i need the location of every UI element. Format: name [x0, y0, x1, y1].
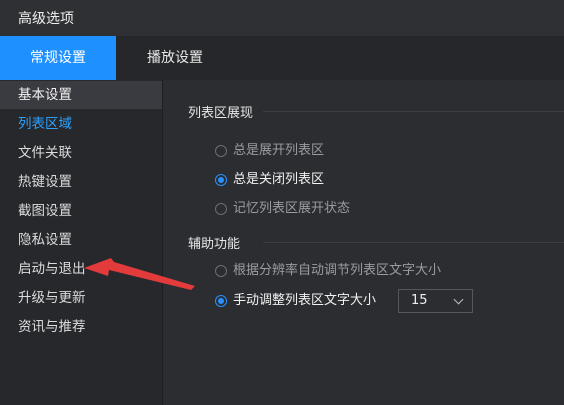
- option-always-close-list[interactable]: 总是关闭列表区: [215, 170, 324, 190]
- chevron-down-icon[interactable]: [453, 294, 464, 305]
- sidebar-item-news-recommend[interactable]: 资讯与推荐: [0, 313, 162, 341]
- option-manual-font-size[interactable]: 手动调整列表区文字大小: [215, 291, 376, 311]
- radio-unchecked-icon[interactable]: [215, 265, 227, 277]
- tab-general-settings[interactable]: 常规设置: [0, 36, 116, 80]
- section-divider: [263, 242, 564, 243]
- sidebar-item-basic-settings[interactable]: 基本设置: [0, 81, 162, 109]
- window-title: 高级选项: [18, 11, 74, 27]
- sidebar-item-hotkey-settings[interactable]: 热键设置: [0, 168, 162, 196]
- section-title-accessibility: 辅助功能: [188, 237, 241, 252]
- sidebar-item-startup-exit[interactable]: 启动与退出: [0, 255, 162, 283]
- section-divider: [263, 111, 564, 112]
- section-title-list-display: 列表区展现: [188, 106, 254, 121]
- title-bar: 高级选项: [0, 0, 564, 36]
- radio-checked-icon[interactable]: [215, 295, 227, 307]
- option-always-expand-list[interactable]: 总是展开列表区: [215, 141, 324, 161]
- option-remember-list-state[interactable]: 记忆列表区展开状态: [215, 199, 350, 219]
- radio-unchecked-icon[interactable]: [215, 145, 227, 157]
- radio-checked-icon[interactable]: [215, 174, 227, 186]
- font-size-select[interactable]: 15: [398, 289, 473, 313]
- settings-panel: 列表区展现 总是展开列表区 总是关闭列表区 记忆列表区展开状态 辅助功能 根据分…: [163, 80, 564, 405]
- tab-bar: 常规设置 播放设置: [0, 36, 564, 81]
- sidebar: 基本设置 列表区域 文件关联 热键设置 截图设置 隐私设置 启动与退出 升级与更…: [0, 80, 163, 405]
- sidebar-item-file-association[interactable]: 文件关联: [0, 139, 162, 167]
- option-label: 根据分辨率自动调节列表区文字大小: [233, 263, 442, 278]
- sidebar-item-list-area[interactable]: 列表区域: [0, 110, 162, 138]
- sidebar-item-privacy-settings[interactable]: 隐私设置: [0, 226, 162, 254]
- option-label: 总是展开列表区: [233, 143, 325, 158]
- option-label: 手动调整列表区文字大小: [233, 293, 377, 308]
- option-auto-font-size[interactable]: 根据分辨率自动调节列表区文字大小: [215, 261, 441, 281]
- tab-playback-settings[interactable]: 播放设置: [116, 36, 234, 80]
- sidebar-item-upgrade-update[interactable]: 升级与更新: [0, 284, 162, 312]
- font-size-value: 15: [411, 293, 428, 308]
- sidebar-item-screenshot-settings[interactable]: 截图设置: [0, 197, 162, 225]
- option-label: 总是关闭列表区: [233, 172, 325, 187]
- radio-unchecked-icon[interactable]: [215, 203, 227, 215]
- option-label: 记忆列表区展开状态: [233, 201, 351, 216]
